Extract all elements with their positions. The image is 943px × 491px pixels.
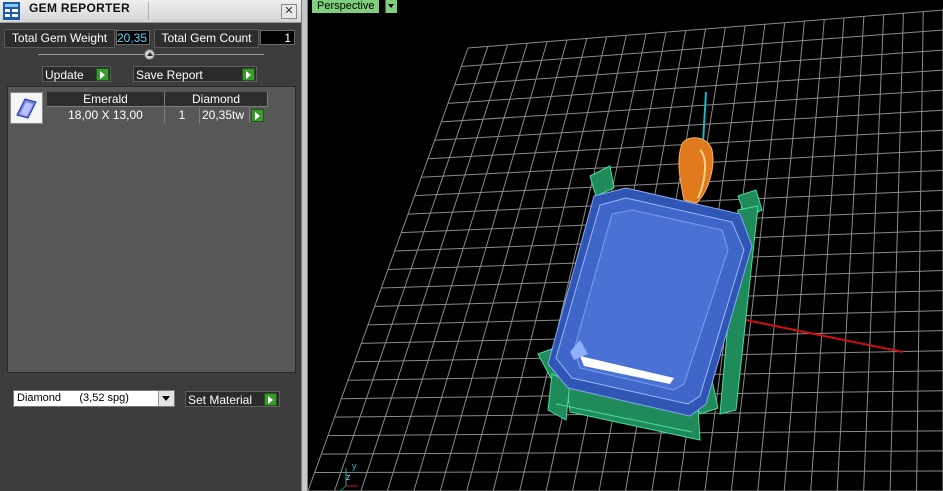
play-icon xyxy=(96,68,109,81)
title-separator xyxy=(148,2,149,20)
view-mode-label[interactable]: Perspective xyxy=(312,0,380,13)
window-title: GEM REPORTER xyxy=(29,1,130,15)
close-icon[interactable]: ✕ xyxy=(281,4,297,19)
column-header-diamond: Diamond xyxy=(165,92,268,107)
play-icon xyxy=(242,68,255,81)
column-header-emerald: Emerald xyxy=(47,92,165,107)
update-button[interactable]: Update xyxy=(42,66,111,82)
bail-shape xyxy=(678,137,714,204)
viewport-scene: y z xyxy=(308,9,943,491)
total-gem-count-value: 1 xyxy=(260,30,295,45)
app-icon xyxy=(3,2,20,20)
set-material-button[interactable]: Set Material xyxy=(185,391,280,407)
emerald-gem xyxy=(547,187,753,417)
gem-thumbnail-icon[interactable] xyxy=(10,92,43,124)
grid-line xyxy=(757,21,805,491)
total-gem-count-label: Total Gem Count xyxy=(154,29,259,48)
title-bar: GEM REPORTER ✕ xyxy=(0,0,301,23)
gizmo-z-label: z xyxy=(346,472,351,482)
slider-knob-icon[interactable] xyxy=(144,49,155,60)
set-material-button-label: Set Material xyxy=(188,393,253,407)
gem-thumbnail-graphic xyxy=(16,98,37,119)
gem-reporter-panel: GEM REPORTER ✕ Total Gem Weight 20,35 To… xyxy=(0,0,301,491)
gizmo-y-label: y xyxy=(352,461,357,471)
material-select[interactable]: Diamond (3,52 spg) xyxy=(13,390,175,407)
play-icon[interactable] xyxy=(251,109,264,122)
gem-count-cell: 1 xyxy=(165,108,200,123)
material-select-value: Diamond (3,52 spg) xyxy=(17,392,129,404)
axis-gizmo: y z xyxy=(339,461,358,491)
update-button-label: Update xyxy=(45,68,84,82)
view-menu-dropdown-icon[interactable] xyxy=(385,0,397,13)
perspective-viewport[interactable]: y z Perspective xyxy=(308,0,943,491)
gem-size-cell: 18,00 X 13,00 xyxy=(47,108,165,123)
dropdown-arrow-icon[interactable] xyxy=(158,391,174,406)
save-report-button-label: Save Report xyxy=(136,68,203,82)
gem-list[interactable] xyxy=(7,86,296,373)
save-report-button[interactable]: Save Report xyxy=(133,66,257,82)
total-gem-weight-label: Total Gem Weight xyxy=(4,29,115,48)
play-icon xyxy=(264,393,277,406)
gem-weight-cell: 20,35tw xyxy=(200,108,250,123)
total-gem-weight-value: 20,35 xyxy=(116,30,150,45)
panel-divider[interactable] xyxy=(301,0,308,491)
